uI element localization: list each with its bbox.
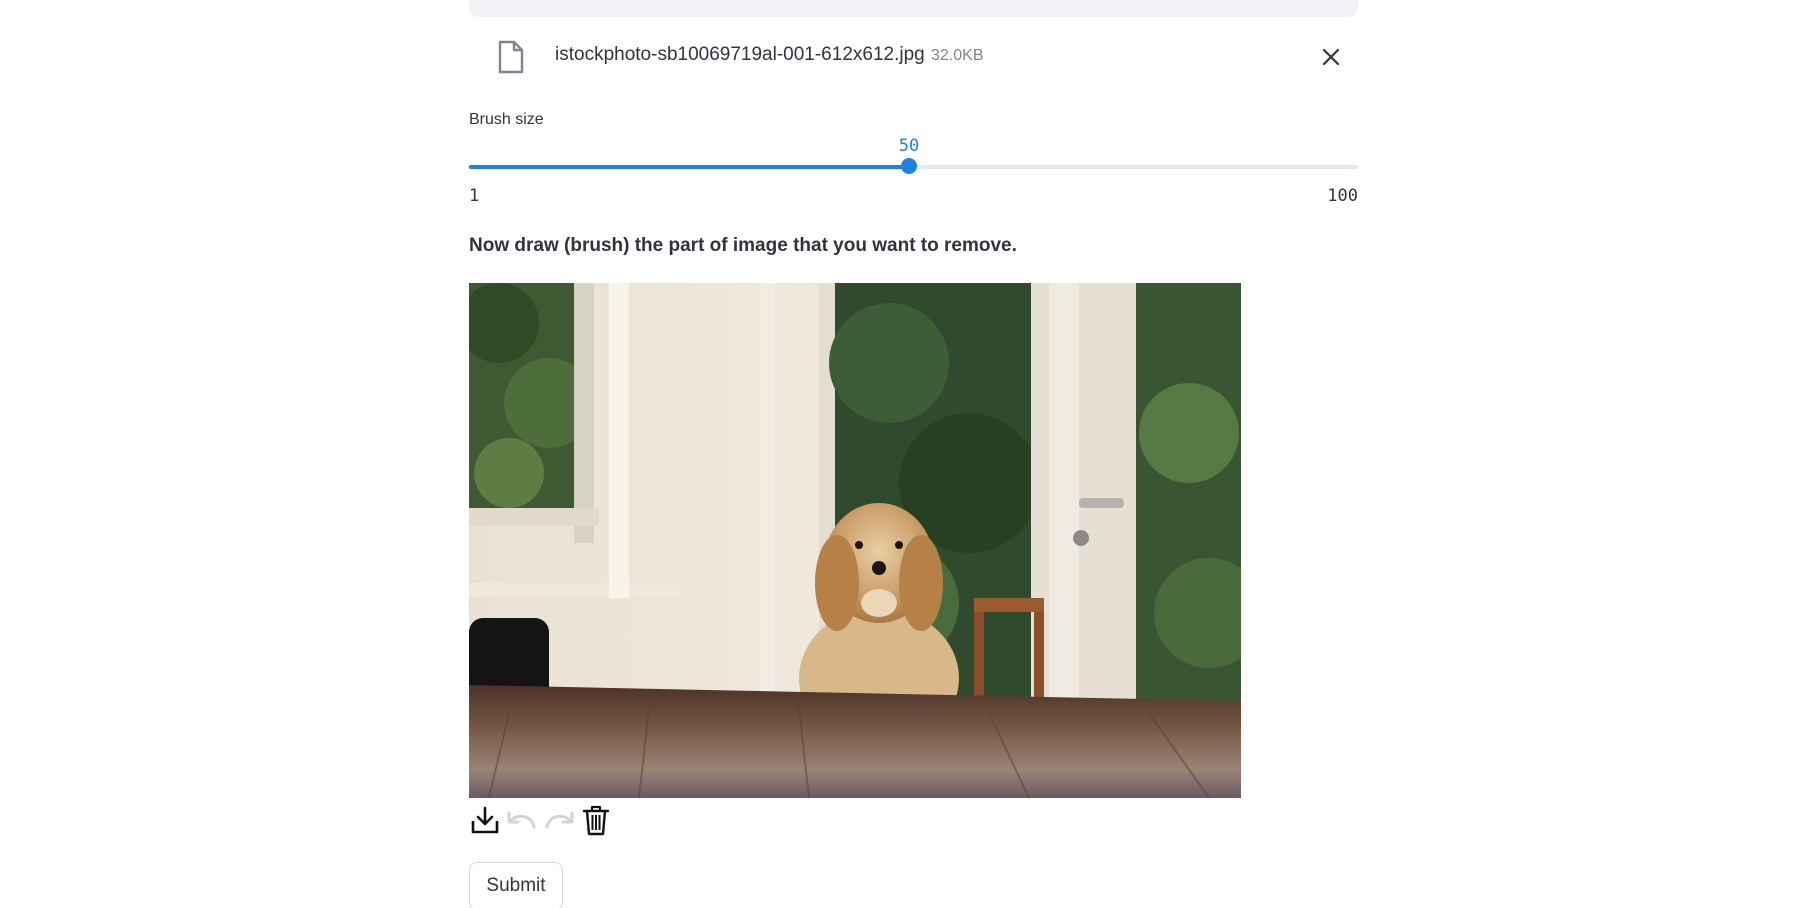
slider-max-label: 100 [1327, 186, 1358, 206]
slider-min-label: 1 [469, 186, 480, 206]
redo-icon [545, 811, 574, 829]
main-column: istockphoto-sb10069719al-001-612x612.jpg… [469, 0, 1358, 908]
uploaded-file-row: istockphoto-sb10069719al-001-612x612.jpg… [469, 30, 1358, 82]
brush-size-label: Brush size [469, 111, 544, 128]
file-dropzone[interactable] [469, 0, 1358, 17]
close-icon [1322, 48, 1340, 66]
slider-current-value: 50 [898, 136, 920, 156]
slider-thumb[interactable] [901, 158, 917, 174]
instruction-text: Now draw (brush) the part of image that … [469, 235, 1017, 256]
file-name: istockphoto-sb10069719al-001-612x612.jpg [555, 44, 925, 65]
drawing-canvas[interactable] [469, 283, 1241, 798]
trash-icon [582, 805, 610, 836]
redo-button[interactable] [543, 803, 575, 837]
undo-button[interactable] [506, 803, 538, 837]
clear-canvas-button[interactable] [580, 803, 612, 837]
file-size: 32.0KB [931, 47, 984, 64]
dog-photo [469, 283, 1241, 798]
submit-button[interactable]: Submit [469, 862, 563, 908]
download-button[interactable] [469, 803, 501, 837]
canvas-toolbar [469, 803, 612, 837]
slider-fill [469, 165, 909, 169]
undo-icon [507, 811, 536, 829]
remove-file-button[interactable] [1316, 42, 1346, 72]
file-icon [497, 40, 525, 74]
download-icon [471, 806, 499, 834]
